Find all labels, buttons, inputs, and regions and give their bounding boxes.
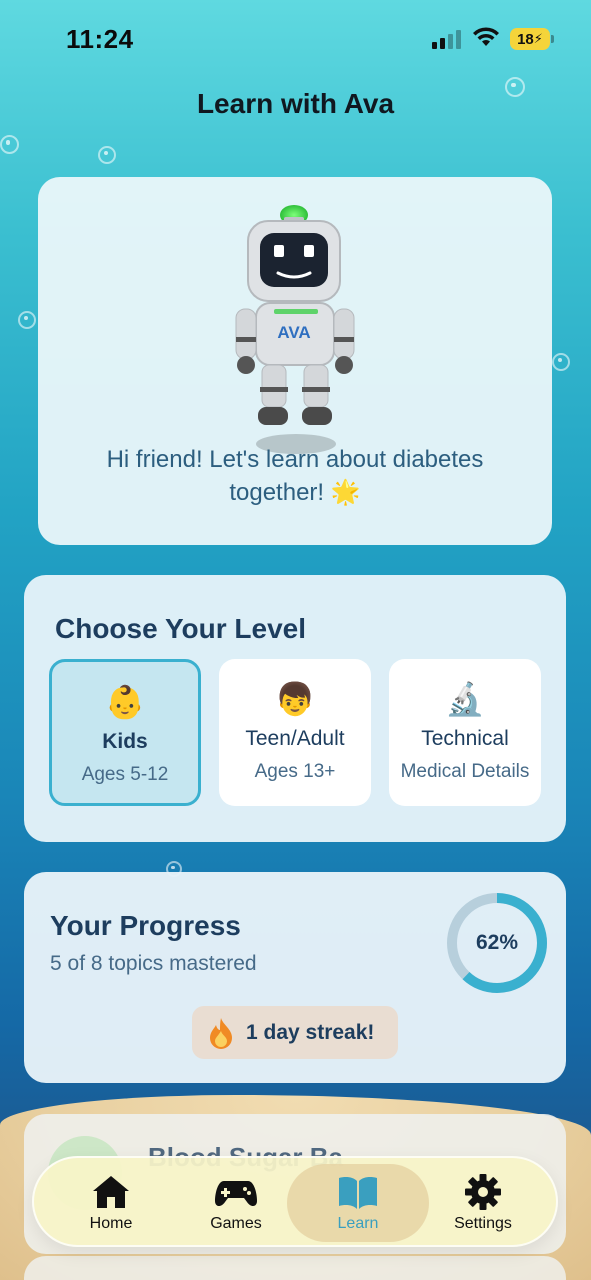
nav-label: Settings [454,1215,512,1232]
boy-icon: 👦 [275,681,315,717]
bubble [0,135,19,154]
level-option-subtitle: Medical Details [400,761,530,782]
mascot-greeting: Hi friend! Let's learn about diabetes to… [106,446,484,506]
nav-settings[interactable]: Settings [412,1164,554,1242]
level-option-kids[interactable]: 👶 Kids Ages 5-12 [49,659,201,806]
status-bar: 11:24 18 ⚡ [0,0,591,80]
gamepad-icon [215,1181,257,1207]
status-time: 11:24 [66,24,134,54]
battery-level: 18 [517,30,534,48]
bubble [98,146,116,164]
nav-label: Home [89,1215,133,1232]
nav-games[interactable]: Games [165,1164,307,1242]
gear-icon [465,1174,501,1210]
bubble [552,353,570,371]
microscope-icon: 🔬 [445,681,485,717]
level-options: 👶 Kids Ages 5-12 👦 Teen/Adult Ages 13+ 🔬… [49,659,541,806]
nav-home[interactable]: Home [40,1164,182,1242]
mascot-card: AVA Hi friend! Let's learn about diabete… [38,177,552,545]
level-option-subtitle: Ages 5-12 [81,764,169,785]
streak-label: 1 day streak! [246,1020,375,1044]
nav-label: Games [210,1215,262,1232]
level-option-name: Teen/Adult [245,727,345,750]
home-icon [93,1176,129,1208]
level-option-name: Kids [102,730,148,753]
level-card: Choose Your Level 👶 Kids Ages 5-12 👦 Tee… [24,575,566,842]
progress-percent: 62% [475,931,519,954]
battery-icon: 18 ⚡ [510,28,554,50]
level-option-subtitle: Ages 13+ [254,761,336,782]
streak-badge: 1 day streak! [192,1006,398,1059]
ava-robot-mascot: AVA [235,205,355,454]
bottom-nav: Home Games Learn Settings [32,1156,558,1247]
progress-subtitle: 5 of 8 topics mastered [50,952,257,975]
book-icon [339,1177,377,1209]
topic-card[interactable] [24,1256,566,1280]
wifi-icon [473,27,499,46]
nav-learn[interactable]: Learn [287,1164,429,1242]
level-option-teen-adult[interactable]: 👦 Teen/Adult Ages 13+ [219,659,371,806]
nav-label: Learn [337,1215,379,1232]
progress-card: Your Progress 5 of 8 topics mastered 62%… [24,872,566,1083]
robot-chest-badge: AVA [277,323,310,342]
cellular-signal-icon [432,29,461,49]
baby-icon: 👶 [105,684,145,720]
bubble [18,311,36,329]
level-option-name: Technical [421,727,509,750]
level-option-technical[interactable]: 🔬 Technical Medical Details [389,659,541,806]
page-title: Learn with Ava [196,88,395,119]
level-section-title: Choose Your Level [55,613,307,644]
fire-icon [210,1017,232,1049]
progress-title: Your Progress [50,910,241,941]
